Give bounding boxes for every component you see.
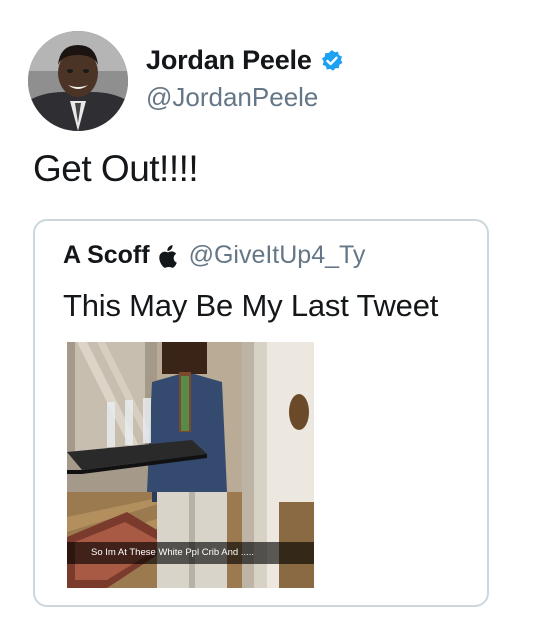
- author-display-name[interactable]: Jordan Peele: [146, 45, 312, 76]
- quoted-author-display-name[interactable]: A Scoff: [63, 241, 150, 270]
- tweet-text: Get Out!!!!: [33, 148, 199, 189]
- avatar[interactable]: [28, 31, 128, 131]
- verified-badge-icon: [320, 49, 344, 73]
- quoted-tweet-card[interactable]: A Scoff @GiveItUp4_Ty This May Be My Las…: [33, 219, 489, 607]
- tweet-header: Jordan Peele @JordanPeele: [28, 31, 344, 131]
- quoted-tweet-text: This May Be My Last Tweet: [63, 288, 439, 323]
- quoted-tweet-photo[interactable]: So Im At These White Ppl Crib And .....: [67, 342, 314, 588]
- quoted-author-handle[interactable]: @GiveItUp4_Ty: [189, 241, 366, 270]
- avatar-photo: [28, 31, 128, 131]
- author-handle[interactable]: @JordanPeele: [146, 82, 344, 113]
- photo-caption: So Im At These White Ppl Crib And .....: [67, 542, 314, 564]
- apple-logo-icon: [157, 244, 179, 268]
